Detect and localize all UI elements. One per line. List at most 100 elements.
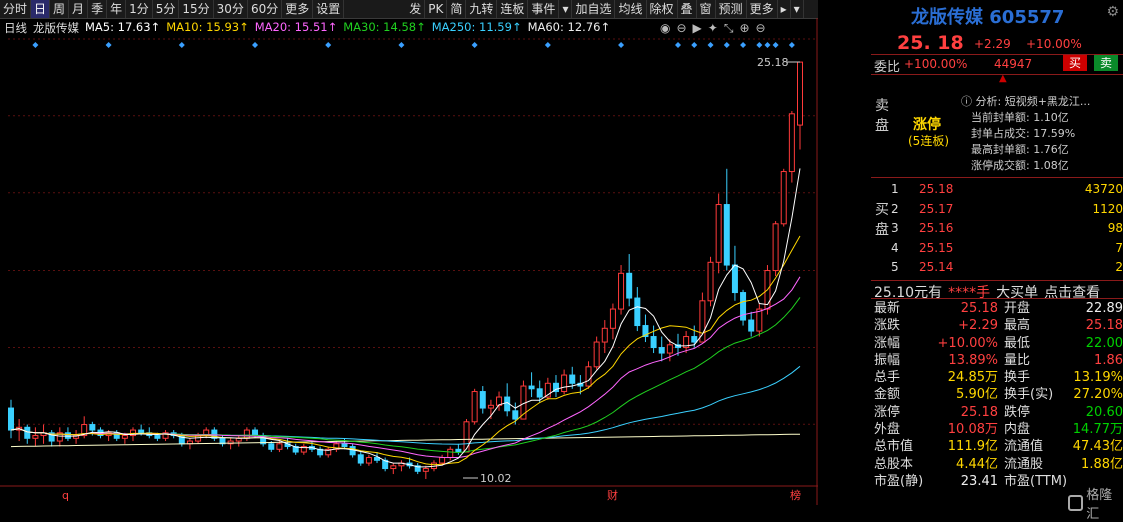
- stat-label: 涨停: [874, 404, 901, 420]
- candle-body: [731, 264, 738, 294]
- play-icon[interactable]: ▶: [693, 21, 702, 36]
- tb2-1[interactable]: PK: [425, 0, 448, 18]
- analysis-row: 最高封单额: 1.76亿: [971, 142, 1090, 158]
- tb1-2[interactable]: 周: [50, 0, 70, 18]
- bottom-mark: 榜: [790, 488, 801, 502]
- expand-icon[interactable]: ⤡: [724, 21, 734, 36]
- book-price: 25.14: [919, 260, 954, 274]
- stat-row: 最新 25.18 开盘 22.89: [874, 300, 1123, 317]
- zoom-out-icon[interactable]: ⊖: [756, 21, 766, 36]
- tb2-14[interactable]: ▸: [778, 0, 791, 18]
- book-row: 1 25.18 43720: [891, 182, 1123, 201]
- price-change-pct: +10.00%: [1026, 37, 1082, 51]
- candle-body: [439, 457, 446, 464]
- event-marker-icon: [707, 42, 714, 48]
- stat-label-2: 开盘: [1004, 301, 1031, 316]
- period-label: 日线: [4, 21, 27, 35]
- tb1-3[interactable]: 月: [69, 0, 89, 18]
- stat-label: 涨跌: [874, 318, 901, 334]
- tb1-0[interactable]: 分时: [0, 0, 32, 18]
- tb2-11[interactable]: 窗: [697, 0, 716, 18]
- tb2-8[interactable]: 均线: [615, 0, 647, 18]
- tb2-6[interactable]: ▾: [559, 0, 573, 18]
- gear-icon[interactable]: ⚙: [1106, 4, 1119, 20]
- tb2-13[interactable]: 更多: [747, 0, 778, 18]
- candle-body: [561, 374, 568, 393]
- buy-button[interactable]: 买: [1063, 55, 1087, 71]
- tb1-12[interactable]: 设置: [313, 0, 345, 18]
- ma5-line: [10, 168, 801, 468]
- book-level: 2: [891, 201, 899, 216]
- tb2-2[interactable]: 简: [447, 0, 467, 18]
- view-link[interactable]: 点击查看: [1044, 282, 1100, 302]
- kline-chart[interactable]: 26.0223.2320.4317.6014.8012.0125.1810.02…: [0, 18, 855, 505]
- stat-value: 5.90亿: [956, 387, 998, 403]
- tb2-12[interactable]: 预测: [716, 0, 747, 18]
- tb2-10[interactable]: 叠: [678, 0, 697, 18]
- bottom-mark: q: [62, 489, 69, 502]
- candle-body: [138, 429, 145, 434]
- candle-body: [536, 388, 543, 398]
- stat-label-2: 流通股: [1004, 456, 1044, 472]
- candle-body: [487, 404, 494, 409]
- analysis-key: 分析:: [975, 95, 1002, 108]
- tb1-7[interactable]: 5分: [153, 0, 180, 18]
- candle-body: [64, 432, 71, 439]
- stock-title[interactable]: 龙版传媒 605577: [911, 3, 1064, 29]
- event-marker-icon: [325, 42, 332, 48]
- book-row: 5 25.14 2: [891, 260, 1123, 279]
- tb1-6[interactable]: 1分: [126, 0, 153, 18]
- summary-price: 25.10元有: [874, 285, 943, 301]
- tb2-5[interactable]: 事件: [528, 0, 560, 18]
- stat-value-2: 25.18: [1085, 318, 1123, 334]
- tb2-9[interactable]: 除权: [647, 0, 678, 18]
- analysis-key: 封单占成交:: [971, 127, 1030, 140]
- weibi-number: 44947: [994, 57, 1033, 71]
- summary-hand: ****手: [948, 285, 991, 301]
- tb2-7[interactable]: 加自选: [572, 0, 616, 18]
- candle-body: [390, 465, 397, 470]
- book-row: 3 25.16 98: [891, 221, 1123, 240]
- candle-body: [650, 336, 657, 349]
- ma30-line: [10, 297, 801, 454]
- analysis-row: 涨停成交额: 1.08亿: [971, 158, 1090, 174]
- stat-label-2: 市盈(TTM): [1004, 473, 1068, 489]
- tb1-11[interactable]: 更多: [282, 0, 314, 18]
- ma60-line: [10, 365, 801, 445]
- tb2-4[interactable]: 连板: [497, 0, 529, 18]
- candle-body: [365, 457, 372, 464]
- tb1-4[interactable]: 季: [88, 0, 108, 18]
- tb1-10[interactable]: 60分: [248, 0, 283, 18]
- analysis-value: 17.59%: [1033, 127, 1076, 140]
- analysis-value: 1.08亿: [1033, 159, 1069, 172]
- analysis-row: 封单占成交: 17.59%: [971, 126, 1090, 142]
- analysis-key: 最高封单额:: [971, 143, 1030, 156]
- minus-icon[interactable]: ⊖: [676, 21, 686, 36]
- tb2-15[interactable]: ▾: [791, 0, 804, 18]
- stock-label: 龙版传媒: [33, 21, 79, 35]
- candle-body: [341, 443, 348, 448]
- candle-body: [601, 327, 608, 343]
- candle-body: [715, 204, 722, 263]
- stat-value-2: 22.89: [1085, 301, 1123, 316]
- tb2-0[interactable]: 发: [406, 0, 426, 18]
- book-price: 25.15: [919, 240, 954, 255]
- summary-row: 25.10元有 ****手 大买单 点击查看: [874, 282, 1100, 302]
- eye-icon[interactable]: ◉: [660, 21, 670, 36]
- candle-body: [772, 223, 779, 272]
- tb1-8[interactable]: 15分: [179, 0, 214, 18]
- event-marker-icon: [788, 42, 795, 48]
- tb1-9[interactable]: 30分: [214, 0, 248, 18]
- analysis-row: ⓘ 分析: 短视频+黑龙江...: [961, 94, 1090, 110]
- candle-body: [121, 435, 128, 439]
- ma60-label: MA60: 12.76↑: [527, 20, 611, 34]
- tb1-1[interactable]: 日: [31, 0, 51, 18]
- analysis-key: 涨停成交额:: [971, 159, 1030, 172]
- settings-icon[interactable]: ✦: [708, 21, 718, 36]
- zoom-in-icon[interactable]: ⊕: [739, 21, 749, 36]
- tb1-5[interactable]: 年: [107, 0, 127, 18]
- stat-label: 外盘: [874, 422, 901, 438]
- analysis-value: 短视频+黑龙江...: [1004, 95, 1091, 108]
- tb2-3[interactable]: 九转: [466, 0, 498, 18]
- sell-button[interactable]: 卖: [1094, 55, 1118, 71]
